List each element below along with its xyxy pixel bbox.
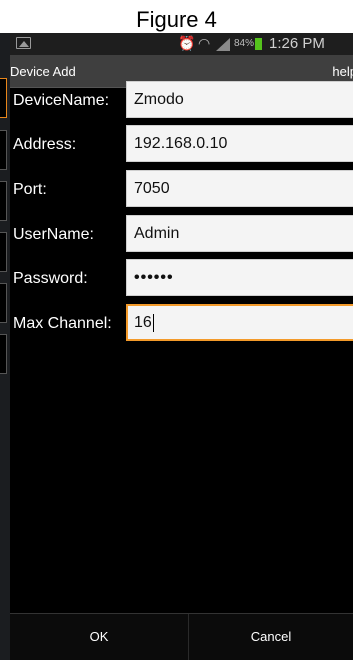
ok-button[interactable]: OK: [10, 614, 189, 660]
address-label: Address:: [13, 136, 77, 153]
background-app-strip: [0, 33, 10, 660]
password-field[interactable]: ••••••: [126, 259, 353, 296]
battery-icon: [255, 38, 262, 50]
username-field[interactable]: Admin: [126, 215, 353, 252]
background-tab: [0, 232, 7, 272]
password-value: ••••••: [134, 269, 174, 286]
address-value: 192.168.0.10: [134, 135, 228, 152]
wifi-icon: ◠: [198, 35, 211, 51]
cancel-button[interactable]: Cancel: [189, 614, 353, 660]
max-channel-value: 16: [134, 314, 152, 331]
page-title: Device Add: [10, 64, 76, 79]
max-channel-label: Max Channel:: [13, 315, 112, 332]
device-name-field[interactable]: Zmodo: [126, 81, 353, 118]
figure-title: Figure 4: [136, 7, 217, 32]
battery-percent: 84%: [234, 38, 255, 49]
background-tab: [0, 78, 7, 118]
password-label: Password:: [13, 270, 88, 287]
background-tab: [0, 130, 7, 170]
username-label: UserName:: [13, 226, 94, 243]
port-label: Port:: [13, 181, 47, 198]
device-name-value: Zmodo: [134, 91, 184, 108]
help-button[interactable]: help: [332, 64, 353, 79]
device-name-label: DeviceName:: [13, 92, 110, 109]
status-bar: ⏰ ◠ 84% 1:26 PM: [10, 33, 353, 55]
address-field[interactable]: 192.168.0.10: [126, 125, 353, 162]
port-value: 7050: [134, 180, 170, 197]
background-tab: [0, 283, 7, 323]
gallery-icon: [16, 37, 31, 49]
background-tab: [0, 181, 7, 221]
signal-icon: [216, 38, 230, 51]
port-field[interactable]: 7050: [126, 170, 353, 207]
max-channel-field[interactable]: 16: [126, 304, 353, 341]
alarm-icon: ⏰: [178, 35, 196, 51]
phone-screen: ⏰ ◠ 84% 1:26 PM Device Add help DeviceNa…: [10, 33, 353, 660]
text-caret: [152, 313, 154, 332]
background-tab: [0, 334, 7, 374]
status-time: 1:26 PM: [269, 35, 325, 52]
action-bar: OK Cancel: [10, 613, 353, 660]
username-value: Admin: [134, 225, 180, 242]
